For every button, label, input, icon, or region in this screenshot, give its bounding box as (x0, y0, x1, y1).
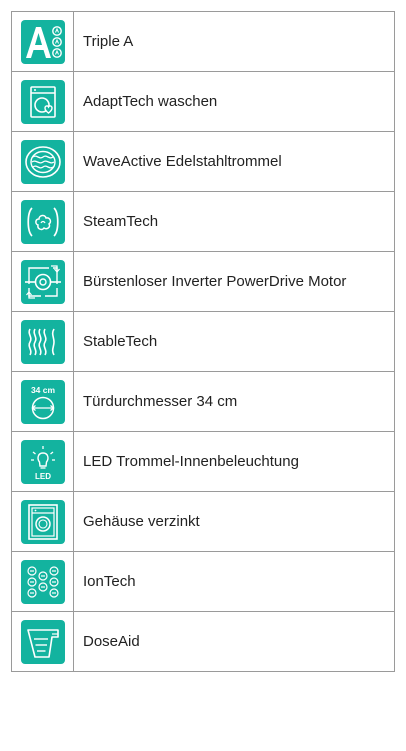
feature-label: AdaptTech waschen (73, 71, 395, 132)
iontech-icon (20, 559, 65, 604)
waveactive-drum-icon (20, 139, 65, 184)
feature-row: Gehäuse verzinkt (11, 491, 395, 552)
feature-label: Gehäuse verzinkt (73, 491, 395, 552)
feature-row: IonTech (11, 551, 395, 612)
led-icon-text: LED (35, 472, 51, 481)
door-diameter-icon-text: 34 cm (30, 385, 55, 395)
galvanized-housing-icon (20, 499, 65, 544)
feature-label: Türdurchmesser 34 cm (73, 371, 395, 432)
feature-row: WaveActive Edelstahltrommel (11, 131, 395, 192)
feature-label: SteamTech (73, 191, 395, 252)
feature-label: StableTech (73, 311, 395, 372)
feature-label: IonTech (73, 551, 395, 612)
feature-label: DoseAid (73, 611, 395, 672)
feature-icon-cell (11, 191, 74, 252)
feature-table: Triple A AdaptTech waschen WaveActive Ed… (11, 11, 395, 672)
door-diameter-icon: 34 cm (20, 379, 65, 424)
feature-label: WaveActive Edelstahltrommel (73, 131, 395, 192)
feature-icon-cell (11, 131, 74, 192)
feature-row: Bürstenloser Inverter PowerDrive Motor (11, 251, 395, 312)
feature-row: AdaptTech waschen (11, 71, 395, 132)
feature-row: StableTech (11, 311, 395, 372)
doseaid-icon (20, 619, 65, 664)
feature-row: DoseAid (11, 611, 395, 672)
inverter-motor-icon (20, 259, 65, 304)
feature-icon-cell (11, 11, 74, 72)
led-drum-light-icon: LED (20, 439, 65, 484)
feature-row: Triple A (11, 11, 395, 72)
feature-icon-cell (11, 71, 74, 132)
feature-label: LED Trommel-Innenbeleuchtung (73, 431, 395, 492)
feature-icon-cell: 34 cm (11, 371, 74, 432)
feature-icon-cell (11, 611, 74, 672)
stabletech-icon (20, 319, 65, 364)
feature-icon-cell (11, 491, 74, 552)
feature-icon-cell (11, 251, 74, 312)
feature-row: 34 cm Türdurchmesser 34 cm (11, 371, 395, 432)
feature-row: LED LED Trommel-Innenbeleuchtung (11, 431, 395, 492)
feature-label: Bürstenloser Inverter PowerDrive Motor (73, 251, 395, 312)
feature-icon-cell (11, 551, 74, 612)
feature-icon-cell: LED (11, 431, 74, 492)
steamtech-icon (20, 199, 65, 244)
feature-row: SteamTech (11, 191, 395, 252)
triple-a-icon (20, 19, 65, 64)
feature-icon-cell (11, 311, 74, 372)
adapttech-washing-icon (20, 79, 65, 124)
feature-label: Triple A (73, 11, 395, 72)
